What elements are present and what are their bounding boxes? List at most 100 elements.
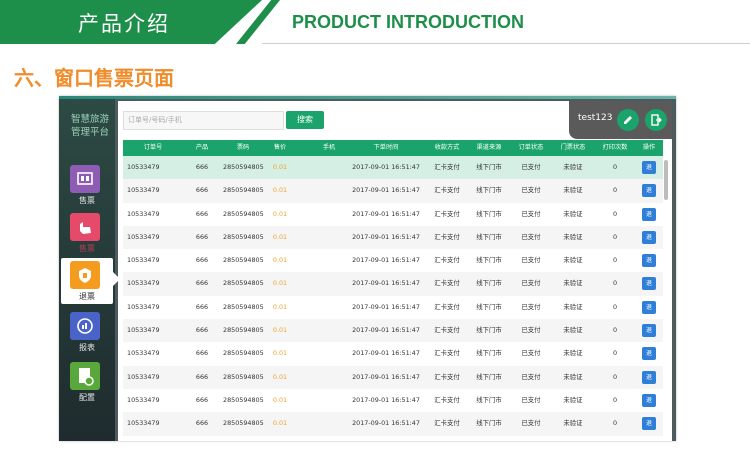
table-cell: 2017-09-01 16:51:47 bbox=[352, 163, 420, 171]
table-cell: 2017-09-01 16:51:47 bbox=[352, 349, 420, 358]
refund-button[interactable]: 退 bbox=[642, 417, 656, 431]
table-cell: 0.01 bbox=[272, 419, 288, 428]
search-input[interactable]: 订单号/号码/手机 bbox=[123, 111, 284, 130]
table-cell: 10533479 bbox=[127, 302, 160, 311]
table-cell: 线下门市 bbox=[476, 419, 502, 428]
search-button[interactable]: 搜索 bbox=[286, 111, 324, 129]
table-cell: 2017-09-01 16:51:47 bbox=[352, 326, 420, 335]
sidebar-item-report[interactable]: 报表 bbox=[59, 312, 115, 358]
table-cell: 2850594805 bbox=[223, 349, 264, 358]
table-cell: 线下门市 bbox=[476, 256, 502, 265]
table-cell: 汇卡支付 bbox=[434, 256, 460, 265]
table-cell: 666 bbox=[195, 372, 209, 381]
scrollbar[interactable] bbox=[664, 160, 668, 200]
sidebar-item-label: 报表 bbox=[79, 343, 95, 352]
sidebar-item-label: 售票 bbox=[79, 196, 95, 205]
table-row[interactable]: 10533479 666 2850594805 0.01 2017-09-01 16:5… bbox=[123, 203, 663, 226]
table-row[interactable]: 10533479 666 2850594805 0.01 2017-09-01 16:5… bbox=[123, 225, 663, 250]
sidebar-item-sell[interactable]: 售票 bbox=[59, 165, 115, 211]
column-header: 订单状态 bbox=[518, 144, 544, 151]
table-cell: 汇卡支付 bbox=[434, 372, 460, 381]
refund-icon bbox=[70, 261, 100, 289]
table-cell: 未验证 bbox=[563, 256, 583, 265]
table-cell: 汇卡支付 bbox=[434, 326, 460, 335]
table-row[interactable]: 10533479 666 2850594805 0.01 2017-09-01 16:5… bbox=[123, 412, 663, 436]
table-cell bbox=[315, 226, 343, 249]
refund-button[interactable]: 退 bbox=[642, 207, 656, 221]
refund-button[interactable]: 退 bbox=[642, 161, 656, 174]
table-cell: 2017-09-01 16:51:47 bbox=[352, 419, 420, 428]
refund-button[interactable]: 退 bbox=[642, 277, 656, 291]
table-cell: 汇卡支付 bbox=[434, 163, 460, 171]
table-row[interactable]: 10533479 666 2850594805 0.01 2017-09-01 16:5… bbox=[123, 249, 663, 272]
refund-button[interactable]: 退 bbox=[642, 347, 656, 361]
table-row[interactable]: 10533479 666 2850594805 0.01 2017-09-01 16:5… bbox=[123, 342, 663, 365]
table-row[interactable]: 10533479 666 2850594805 0.01 2017-09-01 16:5… bbox=[123, 156, 663, 180]
pencil-icon bbox=[624, 116, 632, 124]
refund-button[interactable]: 退 bbox=[642, 254, 656, 268]
table-cell: 0 bbox=[612, 302, 618, 311]
sidebar-item-refund[interactable]: 退票 bbox=[61, 258, 120, 304]
hand-icon bbox=[70, 213, 100, 241]
table-cell: 10533479 bbox=[127, 186, 160, 195]
table-cell: 未验证 bbox=[563, 163, 583, 171]
refund-button[interactable]: 退 bbox=[642, 324, 656, 338]
sidebar-item-label: 退票 bbox=[79, 292, 95, 301]
column-header: 下单时间 bbox=[373, 144, 399, 151]
column-header: 收款方式 bbox=[434, 144, 460, 151]
edit-button[interactable] bbox=[617, 109, 639, 131]
table-cell bbox=[315, 412, 343, 435]
table-cell: 666 bbox=[195, 279, 209, 288]
table-cell bbox=[315, 203, 343, 226]
table-cell: 10533479 bbox=[127, 419, 160, 428]
table-cell: 线下门市 bbox=[476, 279, 502, 288]
main-panel: 订单号/号码/手机 搜索 test123 订单号 产品 票码 售价 手机 下单时间 收款方式… bbox=[118, 101, 672, 441]
table-cell: 2017-09-01 16:51:47 bbox=[352, 372, 420, 381]
table-cell: 666 bbox=[195, 419, 209, 428]
table-row[interactable]: 10533479 666 2850594805 0.01 2017-09-01 16:5… bbox=[123, 319, 663, 343]
column-header: 渠道来源 bbox=[476, 144, 502, 151]
table-cell: 0.01 bbox=[272, 372, 288, 381]
table-row[interactable]: 10533479 666 2850594805 0.01 2017-09-01 16:5… bbox=[123, 179, 663, 203]
refund-button[interactable]: 退 bbox=[642, 393, 656, 407]
table-cell: 未验证 bbox=[563, 186, 583, 195]
section-title: 六、窗口售票页面 bbox=[14, 66, 174, 90]
table-cell: 汇卡支付 bbox=[434, 279, 460, 288]
table-cell: 未验证 bbox=[563, 395, 583, 404]
table-cell: 0.01 bbox=[272, 256, 288, 265]
table-cell: 汇卡支付 bbox=[434, 232, 460, 241]
table-cell: 线下门市 bbox=[476, 163, 502, 171]
table-cell: 线下门市 bbox=[476, 209, 502, 218]
table-cell: 已支付 bbox=[521, 419, 541, 428]
table-cell: 线下门市 bbox=[476, 302, 502, 311]
table-cell: 2017-09-01 16:51:47 bbox=[352, 256, 420, 265]
table-cell: 0 bbox=[612, 349, 618, 358]
column-header: 门票状态 bbox=[560, 144, 586, 151]
table-row[interactable]: 10533479 666 2850594805 0.01 2017-09-01 16:5… bbox=[123, 296, 663, 319]
banner-title-cn: 产品介绍 bbox=[78, 12, 170, 36]
table-row[interactable]: 10533479 666 2850594805 0.01 2017-09-01 16:5… bbox=[123, 389, 663, 412]
table-cell: 0 bbox=[612, 209, 618, 218]
refund-button[interactable]: 退 bbox=[642, 230, 656, 244]
refund-button[interactable]: 退 bbox=[642, 184, 656, 198]
table-header: 订单号 产品 票码 售价 手机 下单时间 收款方式 渠道来源 订单状态 门票状态 打印次数 操作 bbox=[123, 140, 663, 156]
refund-button[interactable]: 退 bbox=[642, 370, 656, 384]
sidebar-item-config[interactable]: 配置 bbox=[59, 362, 115, 408]
table-cell: 未验证 bbox=[563, 232, 583, 241]
table-cell: 0 bbox=[612, 395, 618, 404]
table-cell: 10533479 bbox=[127, 395, 160, 404]
table-cell: 已支付 bbox=[521, 186, 541, 195]
table-cell: 666 bbox=[195, 326, 209, 335]
logout-button[interactable] bbox=[645, 109, 667, 131]
refund-button[interactable]: 退 bbox=[642, 300, 656, 314]
sidebar-item-sell-2[interactable]: 售票 bbox=[59, 213, 115, 259]
table-cell: 汇卡支付 bbox=[434, 419, 460, 428]
table-cell: 2850594805 bbox=[223, 209, 264, 218]
table-cell: 0.01 bbox=[272, 163, 288, 171]
table-cell: 666 bbox=[195, 395, 209, 404]
table-row[interactable]: 10533479 666 2850594805 0.01 2017-09-01 16:5… bbox=[123, 272, 663, 296]
table-cell: 已支付 bbox=[521, 163, 541, 171]
table-cell: 2850594805 bbox=[223, 186, 264, 195]
table-cell: 10533479 bbox=[127, 349, 160, 358]
table-row[interactable]: 10533479 666 2850594805 0.01 2017-09-01 16:5… bbox=[123, 365, 663, 389]
